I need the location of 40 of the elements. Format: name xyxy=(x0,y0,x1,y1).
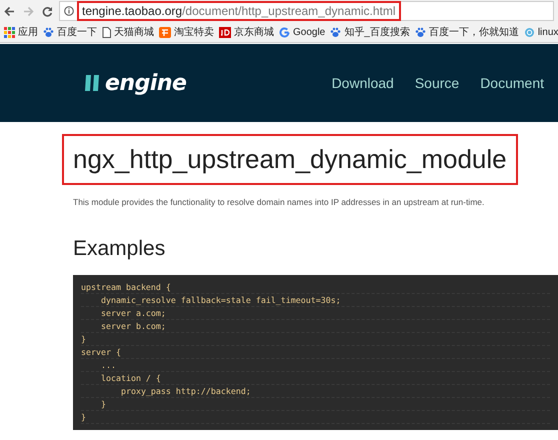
google-icon xyxy=(279,26,290,38)
code-line: server b.com; xyxy=(81,320,550,333)
section-heading: Examples xyxy=(73,237,166,261)
nav-link[interactable]: Document xyxy=(480,75,544,91)
code-line: dynamic_resolve fallback=stale fail_timeout=30s; xyxy=(81,294,550,307)
code-line: location / { xyxy=(81,372,550,385)
nav-link[interactable]: Download xyxy=(332,75,394,91)
code-line: server a.com; xyxy=(81,307,550,320)
apps-grid-icon xyxy=(4,26,15,38)
shop-icon xyxy=(219,26,231,38)
page-title: ngx_http_upstream_dynamic_module xyxy=(62,134,518,185)
reload-icon[interactable] xyxy=(42,6,53,16)
code-line: } xyxy=(81,411,550,424)
paw-icon xyxy=(43,26,54,38)
bookmark[interactable]: 淘宝特卖 xyxy=(159,25,214,39)
bookmark[interactable]: 百度一下，你就知道 xyxy=(414,25,519,39)
bookmark[interactable]: 百度一下 xyxy=(43,25,97,39)
bookmark[interactable]: 知乎_百度搜索 xyxy=(330,25,410,39)
code-line: } xyxy=(81,398,550,411)
bookmark[interactable]: linux xyxy=(524,26,558,38)
logo-text[interactable]: engine xyxy=(105,70,186,96)
code-line: ... xyxy=(81,359,550,372)
shop-icon xyxy=(159,26,171,38)
bookmark[interactable]: 京东商城 xyxy=(219,25,274,39)
info-icon[interactable] xyxy=(64,6,74,16)
page-icon xyxy=(102,26,111,38)
bookmark[interactable]: 应用 xyxy=(4,25,38,39)
back-icon[interactable] xyxy=(4,6,15,16)
code-line: server { xyxy=(81,346,550,359)
description: This module provides the functionality to resolve domain names into IP addresses in an upstream at run-time. xyxy=(73,197,486,207)
code-line: upstream backend { xyxy=(81,281,550,294)
paw-icon xyxy=(414,26,426,38)
bookmark[interactable]: 天猫商城 xyxy=(102,25,154,39)
code-line: } xyxy=(81,333,550,346)
bookmark[interactable]: Google xyxy=(279,26,326,38)
paw-icon xyxy=(330,26,342,38)
code-line: proxy_pass http://backend; xyxy=(81,385,550,398)
address-field[interactable]: tengine.taobao.org/document/http_upstream_dynamic.html xyxy=(77,1,401,21)
globe-icon xyxy=(524,26,535,38)
nav-link[interactable]: Source xyxy=(414,75,460,91)
